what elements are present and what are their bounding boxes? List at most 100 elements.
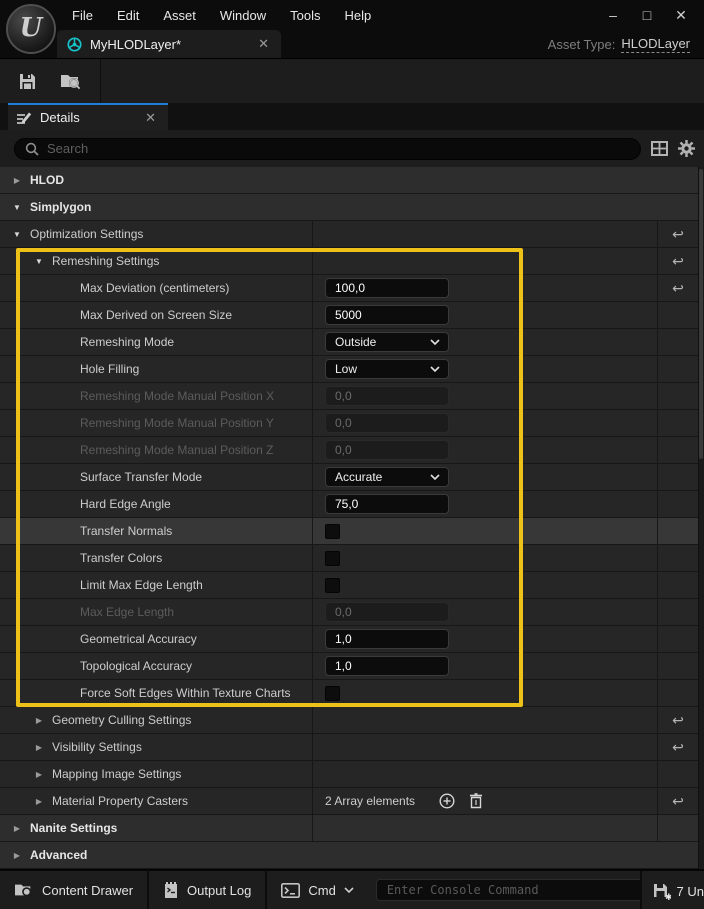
add-array-element-icon[interactable] <box>439 793 455 809</box>
property-checkbox[interactable] <box>325 524 340 539</box>
row-label: Max Edge Length <box>80 605 174 619</box>
unsaved-count-label: 7 Un <box>677 884 704 899</box>
row-max-edge-length[interactable]: Max Edge Length <box>0 599 704 626</box>
menu-edit[interactable]: Edit <box>105 4 151 27</box>
row-optimization-settings[interactable]: ▼Optimization Settings↩ <box>0 221 704 248</box>
menu-help[interactable]: Help <box>332 4 383 27</box>
reset-to-default-icon[interactable]: ↩ <box>672 794 684 808</box>
reset-cell: ↩ <box>657 275 698 301</box>
menu-file[interactable]: File <box>60 4 105 27</box>
asset-tab-myhlodlayer[interactable]: MyHLODLayer* ✕ <box>57 30 281 58</box>
collapse-arrow-icon[interactable]: ▼ <box>12 230 22 239</box>
expand-arrow-icon[interactable]: ▶ <box>12 176 22 185</box>
delete-array-icon[interactable] <box>469 793 483 809</box>
asset-type-value-link[interactable]: HLODLayer <box>621 36 690 53</box>
row-advanced[interactable]: ▶Advanced <box>0 842 704 869</box>
row-force-soft-edges-within-texture-charts[interactable]: Force Soft Edges Within Texture Charts <box>0 680 704 707</box>
collapse-arrow-icon[interactable]: ▼ <box>12 203 22 212</box>
row-limit-max-edge-length[interactable]: Limit Max Edge Length <box>0 572 704 599</box>
row-name-cell: Remeshing Mode Manual Position Y <box>0 410 312 436</box>
row-transfer-normals[interactable]: Transfer Normals <box>0 518 704 545</box>
row-visibility-settings[interactable]: ▶Visibility Settings↩ <box>0 734 704 761</box>
property-value-input[interactable] <box>325 305 449 325</box>
property-dropdown[interactable]: Outside <box>325 332 449 352</box>
cmd-dropdown-button[interactable]: Cmd <box>267 870 367 909</box>
asset-type-label: Asset Type: <box>548 37 616 52</box>
row-remeshing-mode-manual-position-y[interactable]: Remeshing Mode Manual Position Y <box>0 410 704 437</box>
asset-tab-close-icon[interactable]: ✕ <box>254 36 273 52</box>
expand-arrow-icon[interactable]: ▶ <box>12 851 22 860</box>
details-tab-close-icon[interactable]: ✕ <box>141 110 160 126</box>
row-topological-accuracy[interactable]: Topological Accuracy <box>0 653 704 680</box>
row-name-cell: ▶HLOD <box>0 167 704 193</box>
menu-asset[interactable]: Asset <box>151 4 208 27</box>
row-label: Geometrical Accuracy <box>80 632 197 646</box>
property-dropdown[interactable]: Accurate <box>325 467 449 487</box>
reset-to-default-icon[interactable]: ↩ <box>672 713 684 727</box>
property-value-input[interactable] <box>325 629 449 649</box>
scrollbar-thumb[interactable] <box>699 169 703 459</box>
row-remeshing-mode-manual-position-x[interactable]: Remeshing Mode Manual Position X <box>0 383 704 410</box>
output-log-button[interactable]: Output Log <box>149 870 265 909</box>
row-transfer-colors[interactable]: Transfer Colors <box>0 545 704 572</box>
minimize-button[interactable]: – <box>596 0 630 30</box>
row-value-cell <box>312 599 657 625</box>
row-hard-edge-angle[interactable]: Hard Edge Angle <box>0 491 704 518</box>
expand-arrow-icon[interactable]: ▶ <box>34 743 44 752</box>
hlod-layer-icon <box>67 37 82 52</box>
row-material-property-casters[interactable]: ▶Material Property Casters2 Array elemen… <box>0 788 704 815</box>
row-label: Transfer Colors <box>80 551 162 565</box>
search-input[interactable] <box>47 141 630 156</box>
collapse-arrow-icon[interactable]: ▼ <box>34 257 44 266</box>
settings-gear-icon[interactable] <box>678 140 695 157</box>
row-label: Geometry Culling Settings <box>52 713 191 727</box>
menu-window[interactable]: Window <box>208 4 278 27</box>
row-remeshing-settings[interactable]: ▼Remeshing Settings↩ <box>0 248 704 275</box>
row-remeshing-mode[interactable]: Remeshing ModeOutside <box>0 329 704 356</box>
row-geometry-culling-settings[interactable]: ▶ Geometry Culling Settings ↩ <box>0 707 704 734</box>
row-nanite-settings[interactable]: ▶Nanite Settings <box>0 815 704 842</box>
row-label: Limit Max Edge Length <box>80 578 203 592</box>
row-max-derived-on-screen-size[interactable]: Max Derived on Screen Size <box>0 302 704 329</box>
row-geometrical-accuracy[interactable]: Geometrical Accuracy <box>0 626 704 653</box>
browse-to-asset-button[interactable] <box>54 64 88 98</box>
reset-to-default-icon[interactable]: ↩ <box>672 281 684 295</box>
display-filter-grid-icon[interactable] <box>651 141 668 156</box>
property-checkbox[interactable] <box>325 551 340 566</box>
row-name-cell: Remeshing Mode Manual Position X <box>0 383 312 409</box>
row-hole-filling[interactable]: Hole FillingLow <box>0 356 704 383</box>
close-button[interactable]: ✕ <box>664 0 698 30</box>
property-checkbox[interactable] <box>325 686 340 701</box>
row-hlod[interactable]: ▶HLOD <box>0 167 704 194</box>
row-label: Transfer Normals <box>80 524 172 538</box>
menu-tools[interactable]: Tools <box>278 4 332 27</box>
svg-text:✱: ✱ <box>665 892 671 901</box>
row-value-cell <box>312 707 657 733</box>
property-value-input[interactable] <box>325 278 449 298</box>
property-checkbox[interactable] <box>325 578 340 593</box>
reset-cell <box>657 626 698 652</box>
row-simplygon[interactable]: ▼Simplygon <box>0 194 704 221</box>
unsaved-assets-button[interactable]: ✱ 7 Un <box>640 871 704 909</box>
expand-arrow-icon[interactable]: ▶ <box>34 716 44 725</box>
save-button[interactable] <box>10 64 44 98</box>
reset-to-default-icon[interactable]: ↩ <box>672 254 684 268</box>
property-value-input[interactable] <box>325 656 449 676</box>
expand-arrow-icon[interactable]: ▶ <box>12 824 22 833</box>
row-max-deviation[interactable]: Max Deviation (centimeters)↩ <box>0 275 704 302</box>
row-mapping-image-settings[interactable]: ▶Mapping Image Settings <box>0 761 704 788</box>
content-drawer-button[interactable]: Content Drawer <box>0 870 147 909</box>
maximize-button[interactable]: □ <box>630 0 664 30</box>
row-name-cell: Hard Edge Angle <box>0 491 312 517</box>
vertical-scrollbar[interactable] <box>698 167 704 869</box>
property-value-input[interactable] <box>325 494 449 514</box>
tab-details[interactable]: Details ✕ <box>8 103 168 130</box>
reset-to-default-icon[interactable]: ↩ <box>672 740 684 754</box>
reset-to-default-icon[interactable]: ↩ <box>672 227 684 241</box>
row-surface-transfer-mode[interactable]: Surface Transfer ModeAccurate <box>0 464 704 491</box>
search-box[interactable] <box>14 138 641 160</box>
property-dropdown[interactable]: Low <box>325 359 449 379</box>
expand-arrow-icon[interactable]: ▶ <box>34 797 44 806</box>
row-remeshing-mode-manual-position-z[interactable]: Remeshing Mode Manual Position Z <box>0 437 704 464</box>
expand-arrow-icon[interactable]: ▶ <box>34 770 44 779</box>
